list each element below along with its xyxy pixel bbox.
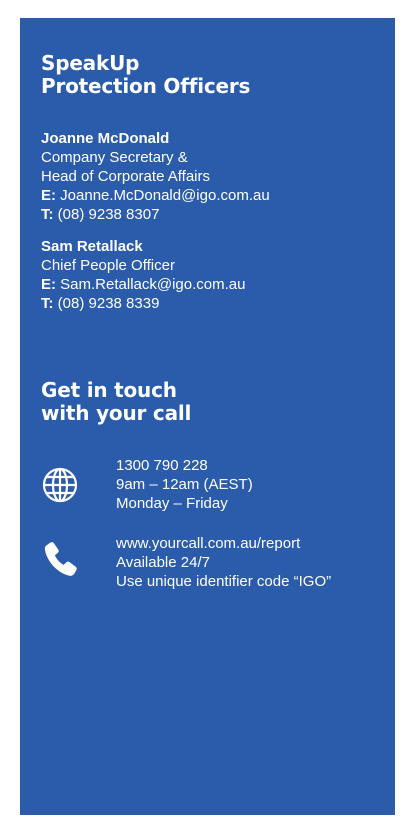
contact-heading-line2: with your call — [41, 401, 192, 425]
officers-heading: SpeakUp Protection Officers — [41, 52, 375, 98]
availability: Available 24/7 — [116, 554, 210, 571]
officers-heading-line2: Protection Officers — [41, 74, 251, 98]
online-details: www.yourcall.com.au/report Available 24/… — [116, 534, 331, 591]
officer-email-line: E: Sam.Retallack@igo.com.au — [41, 275, 375, 294]
email-label: E: — [41, 187, 56, 204]
officer-phone-line: T: (08) 9238 8339 — [41, 294, 375, 313]
hotline-number[interactable]: 1300 790 228 — [116, 456, 253, 475]
officer-card: Sam Retallack Chief People Officer E: Sa… — [41, 237, 375, 313]
contact-heading: Get in touch with your call — [41, 379, 375, 425]
officer-card: Joanne McDonald Company Secretary & Head… — [41, 129, 375, 224]
contact-heading-line1: Get in touch — [41, 378, 177, 402]
officer-email[interactable]: Joanne.McDonald@igo.com.au — [60, 187, 270, 204]
hotline-days: Monday – Friday — [116, 495, 228, 512]
phone-label: T: — [41, 295, 54, 312]
officer-title: Company Secretary & — [41, 149, 188, 166]
officer-title: Chief People Officer — [41, 257, 175, 274]
officer-email-line: E: Joanne.McDonald@igo.com.au — [41, 186, 375, 205]
globe-icon — [41, 465, 79, 505]
officer-email[interactable]: Sam.Retallack@igo.com.au — [60, 276, 245, 293]
officer-phone[interactable]: (08) 9238 8307 — [58, 206, 160, 223]
hotline-details: 1300 790 228 9am – 12am (AEST) Monday – … — [116, 456, 253, 513]
phone-icon — [41, 539, 79, 579]
report-url[interactable]: www.yourcall.com.au/report — [116, 534, 331, 553]
officers-heading-line1: SpeakUp — [41, 51, 140, 75]
identifier-code-note: Use unique identifier code “IGO” — [116, 573, 332, 590]
officer-phone-line: T: (08) 9238 8307 — [41, 205, 375, 224]
online-contact-row: www.yourcall.com.au/report Available 24/… — [41, 534, 375, 591]
email-label: E: — [41, 276, 56, 293]
hotline-hours: 9am – 12am (AEST) — [116, 476, 253, 493]
phone-label: T: — [41, 206, 54, 223]
info-panel: SpeakUp Protection Officers Joanne McDon… — [20, 18, 395, 815]
hotline-contact-row: 1300 790 228 9am – 12am (AEST) Monday – … — [41, 456, 375, 513]
officer-phone[interactable]: (08) 9238 8339 — [58, 295, 160, 312]
officer-name: Sam Retallack — [41, 238, 143, 255]
officer-name: Joanne McDonald — [41, 130, 170, 147]
officer-title: Head of Corporate Affairs — [41, 168, 210, 185]
